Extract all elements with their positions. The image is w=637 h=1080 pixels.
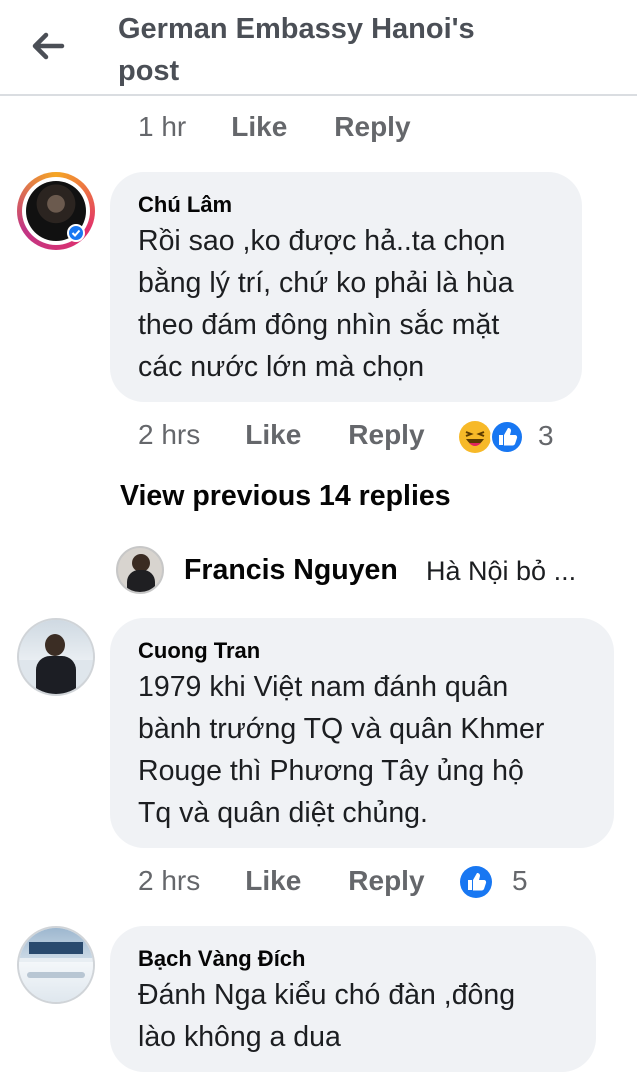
comment-author[interactable]: Cuong Tran	[138, 638, 260, 664]
comment-author[interactable]: Bạch Vàng Đích	[138, 946, 305, 972]
comment-bubble[interactable]: Bạch Vàng Đích Đánh Nga kiểu chó đàn ,đô…	[110, 926, 596, 1072]
avatar[interactable]	[17, 618, 95, 696]
comment-text: Đánh Nga kiểu chó đàn ,đông lào không a …	[138, 979, 516, 1053]
comment-time: 1 hr	[138, 111, 187, 142]
reaction-count: 5	[512, 865, 528, 896]
like-button[interactable]: Like	[245, 419, 301, 451]
comment-author[interactable]: Chú Lâm	[138, 192, 232, 218]
comment-time: 2 hrs	[138, 419, 201, 450]
top-bar: German Embassy Hanoi's post	[0, 0, 637, 96]
reply-preview[interactable]: Francis Nguyen Hà Nội bỏ ...	[116, 546, 616, 596]
comment-time: 2 hrs	[138, 865, 201, 896]
reactions[interactable]	[458, 420, 528, 454]
view-previous-replies-link[interactable]: View previous 14 replies	[120, 480, 451, 513]
comment-meta-row: 2 hrs Like Reply	[138, 415, 425, 455]
comment-meta-row: 1 hr Like Reply	[138, 107, 411, 147]
reaction-count: 3	[538, 420, 554, 451]
reactions[interactable]	[458, 865, 494, 899]
comment-bubble[interactable]: Cuong Tran 1979 khi Việt nam đánh quân b…	[110, 618, 614, 848]
haha-icon	[459, 421, 491, 453]
comment-text: Rồi sao ,ko được hả..ta chọn bằng lý trí…	[138, 225, 514, 383]
avatar[interactable]	[17, 926, 95, 1004]
reply-button[interactable]: Reply	[334, 111, 410, 143]
like-reaction-icon	[460, 866, 492, 898]
back-arrow-icon[interactable]	[28, 26, 68, 66]
reply-button[interactable]: Reply	[348, 865, 424, 897]
like-reaction-icon	[490, 420, 524, 454]
comment-bubble[interactable]: Chú Lâm Rồi sao ,ko được hả..ta chọn bằn…	[110, 172, 582, 402]
reply-author[interactable]: Francis Nguyen	[184, 554, 398, 587]
comment-meta-row: 2 hrs Like Reply	[138, 861, 425, 901]
comment-text: 1979 khi Việt nam đánh quân bành trướng …	[138, 671, 545, 829]
avatar[interactable]	[116, 546, 164, 594]
verified-badge-icon	[67, 224, 85, 242]
avatar[interactable]	[17, 172, 95, 250]
like-button[interactable]: Like	[231, 111, 287, 143]
reply-snippet: Hà Nội bỏ ...	[426, 556, 577, 586]
page-title: German Embassy Hanoi's post	[118, 13, 475, 87]
like-button[interactable]: Like	[245, 865, 301, 897]
reply-button[interactable]: Reply	[348, 419, 424, 451]
